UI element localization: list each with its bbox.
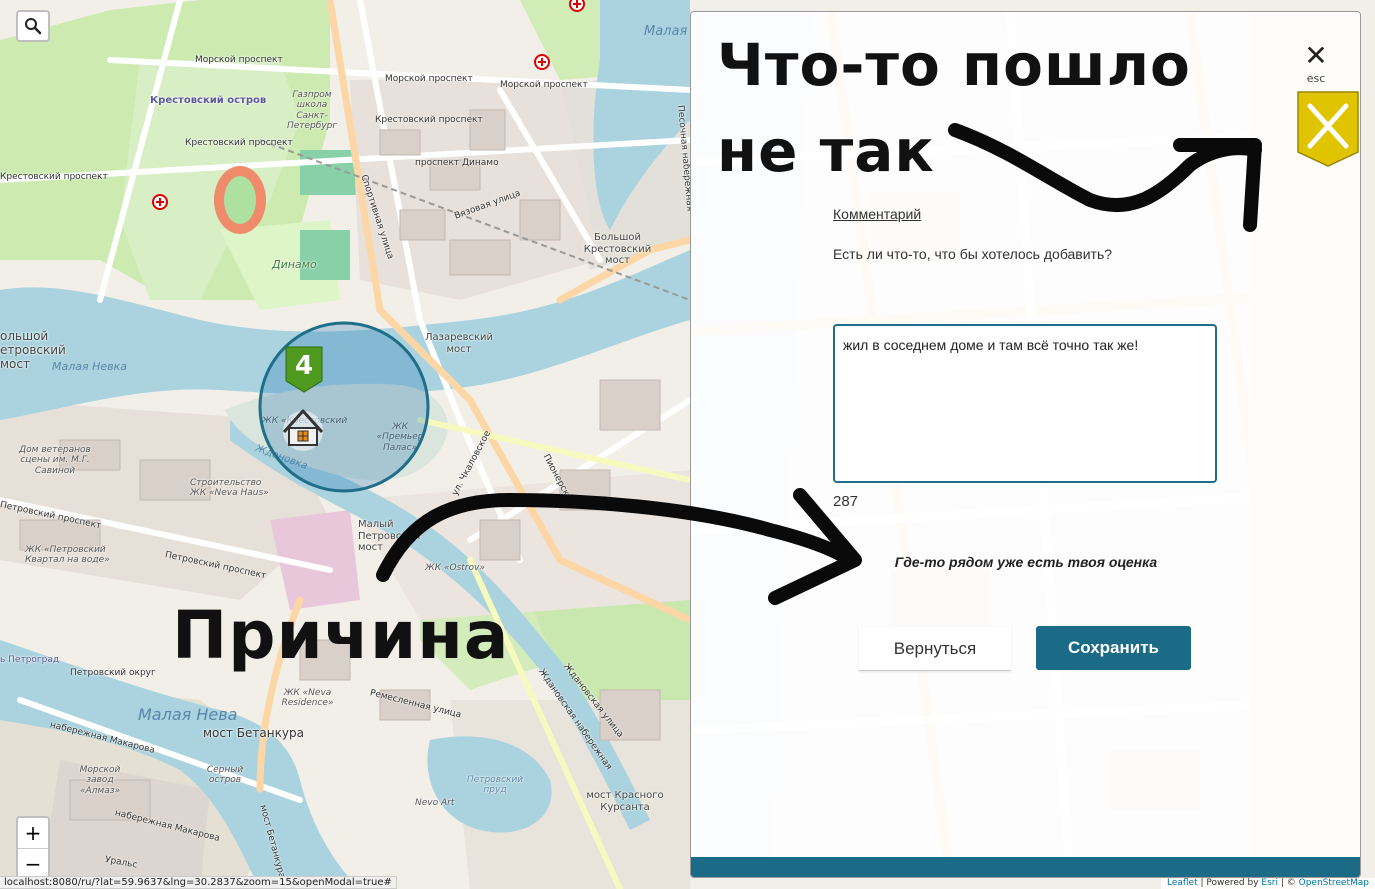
zoom-out-button[interactable]: − xyxy=(18,848,48,878)
close-icon: ✕ xyxy=(1304,39,1328,72)
close-button[interactable]: ✕ esc xyxy=(1296,42,1336,88)
zoom-in-button[interactable]: + xyxy=(18,818,48,848)
map-search-button[interactable] xyxy=(16,10,50,42)
comment-title-link[interactable]: Комментарий xyxy=(833,206,921,222)
close-esc-hint: esc xyxy=(1306,72,1326,85)
house-icon xyxy=(282,409,324,451)
annotation-error-title-line2: не так xyxy=(717,117,935,185)
annotation-reason-label: Причина xyxy=(172,597,510,674)
esri-link[interactable]: Esri xyxy=(1261,878,1278,888)
map-attribution: Leaflet | Powered by Esri | © OpenStreet… xyxy=(1160,878,1375,889)
zoom-control: + − xyxy=(16,816,50,880)
nearby-rating-warning: Где-то рядом уже есть твоя оценка xyxy=(894,554,1158,570)
brand-logo-icon xyxy=(1297,91,1359,167)
save-button[interactable]: Сохранить xyxy=(1036,626,1191,670)
osm-link[interactable]: OpenStreetMap xyxy=(1299,878,1369,888)
comment-input[interactable]: жил в соседнем доме и там всё точно так … xyxy=(833,324,1217,483)
attribution-text-2: | © xyxy=(1277,878,1299,888)
annotation-error-title-line1: Что-то пошло xyxy=(717,31,1191,99)
comment-question: Есть ли что-то, что бы хотелось добавить… xyxy=(833,246,1113,262)
attribution-text-1: | Powered by xyxy=(1197,878,1262,888)
leaflet-link[interactable]: Leaflet xyxy=(1167,878,1198,888)
status-bar-url: localhost:8080/ru/?lat=59.9637&lng=30.28… xyxy=(0,876,397,889)
char-counter: 287 xyxy=(833,493,859,510)
marker-rating-badge: 4 xyxy=(294,351,314,381)
search-icon xyxy=(25,18,42,35)
back-button[interactable]: Вернуться xyxy=(859,627,1011,671)
modal-bottom-bar xyxy=(691,857,1360,877)
